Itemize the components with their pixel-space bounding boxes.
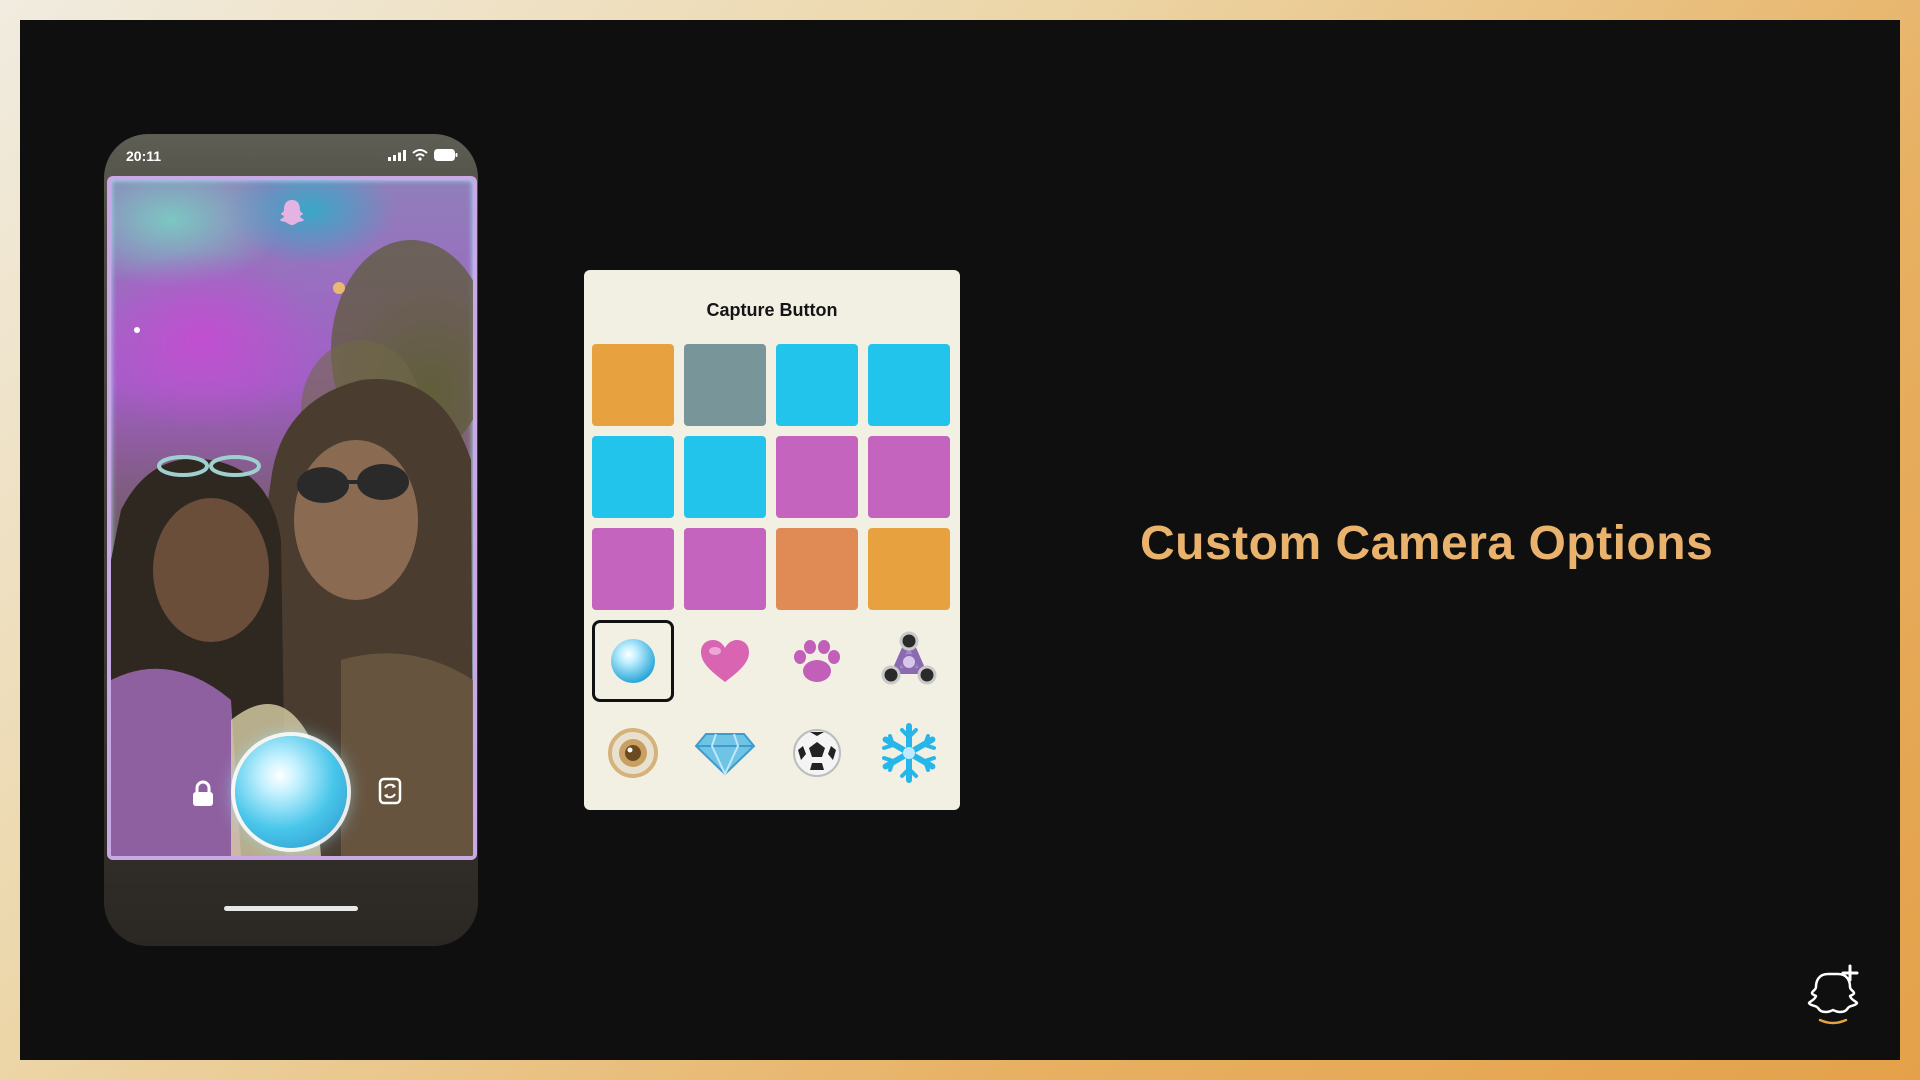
color-swatch[interactable] xyxy=(776,528,858,610)
picker-title: Capture Button xyxy=(706,300,838,320)
color-swatch[interactable] xyxy=(684,344,766,426)
fidget-spinner-icon xyxy=(881,631,937,685)
status-bar: 20:11 xyxy=(104,134,478,176)
option-paw[interactable] xyxy=(776,620,858,702)
option-bubble[interactable] xyxy=(592,620,674,702)
donut-icon xyxy=(608,728,658,778)
phone-mockup: 20:11 xyxy=(104,134,478,946)
color-swatch[interactable] xyxy=(684,528,766,610)
slide: 20:11 Capture Button Custom Camera Optio… xyxy=(20,20,1900,1060)
color-swatch[interactable] xyxy=(776,344,858,426)
color-swatch[interactable] xyxy=(592,436,674,518)
slide-headline: Custom Camera Options xyxy=(1140,517,1714,570)
home-indicator xyxy=(224,906,358,911)
snapchat-plus-icon xyxy=(1807,964,1859,1025)
wifi-icon xyxy=(412,149,428,161)
bubble-icon xyxy=(611,639,655,683)
status-time: 20:11 xyxy=(126,148,162,164)
capture-button-picker: Capture Button xyxy=(584,270,960,810)
option-heart[interactable] xyxy=(684,620,766,702)
battery-icon xyxy=(434,149,458,161)
option-spinner[interactable] xyxy=(868,620,950,702)
color-swatch[interactable] xyxy=(868,528,950,610)
option-diamond[interactable] xyxy=(684,712,766,794)
ghost-icon xyxy=(280,200,304,225)
option-donut[interactable] xyxy=(592,712,674,794)
status-icons xyxy=(388,149,458,161)
diamond-icon xyxy=(694,733,756,776)
option-soccer[interactable] xyxy=(776,712,858,794)
color-swatch[interactable] xyxy=(684,436,766,518)
color-swatch[interactable] xyxy=(868,436,950,518)
snowflake-icon xyxy=(882,723,936,783)
option-grid xyxy=(592,344,952,794)
soccer-ball-icon xyxy=(793,729,841,777)
signal-icon xyxy=(388,149,406,161)
color-swatch[interactable] xyxy=(592,344,674,426)
color-swatch[interactable] xyxy=(868,344,950,426)
paw-icon xyxy=(794,640,840,682)
option-snowflake[interactable] xyxy=(868,712,950,794)
capture-button[interactable] xyxy=(235,736,347,848)
camera-viewfinder xyxy=(107,176,477,860)
lock-icon[interactable] xyxy=(191,780,215,808)
heart-icon xyxy=(701,640,749,682)
flip-camera-icon[interactable] xyxy=(377,776,403,806)
color-swatch[interactable] xyxy=(776,436,858,518)
color-swatch[interactable] xyxy=(592,528,674,610)
